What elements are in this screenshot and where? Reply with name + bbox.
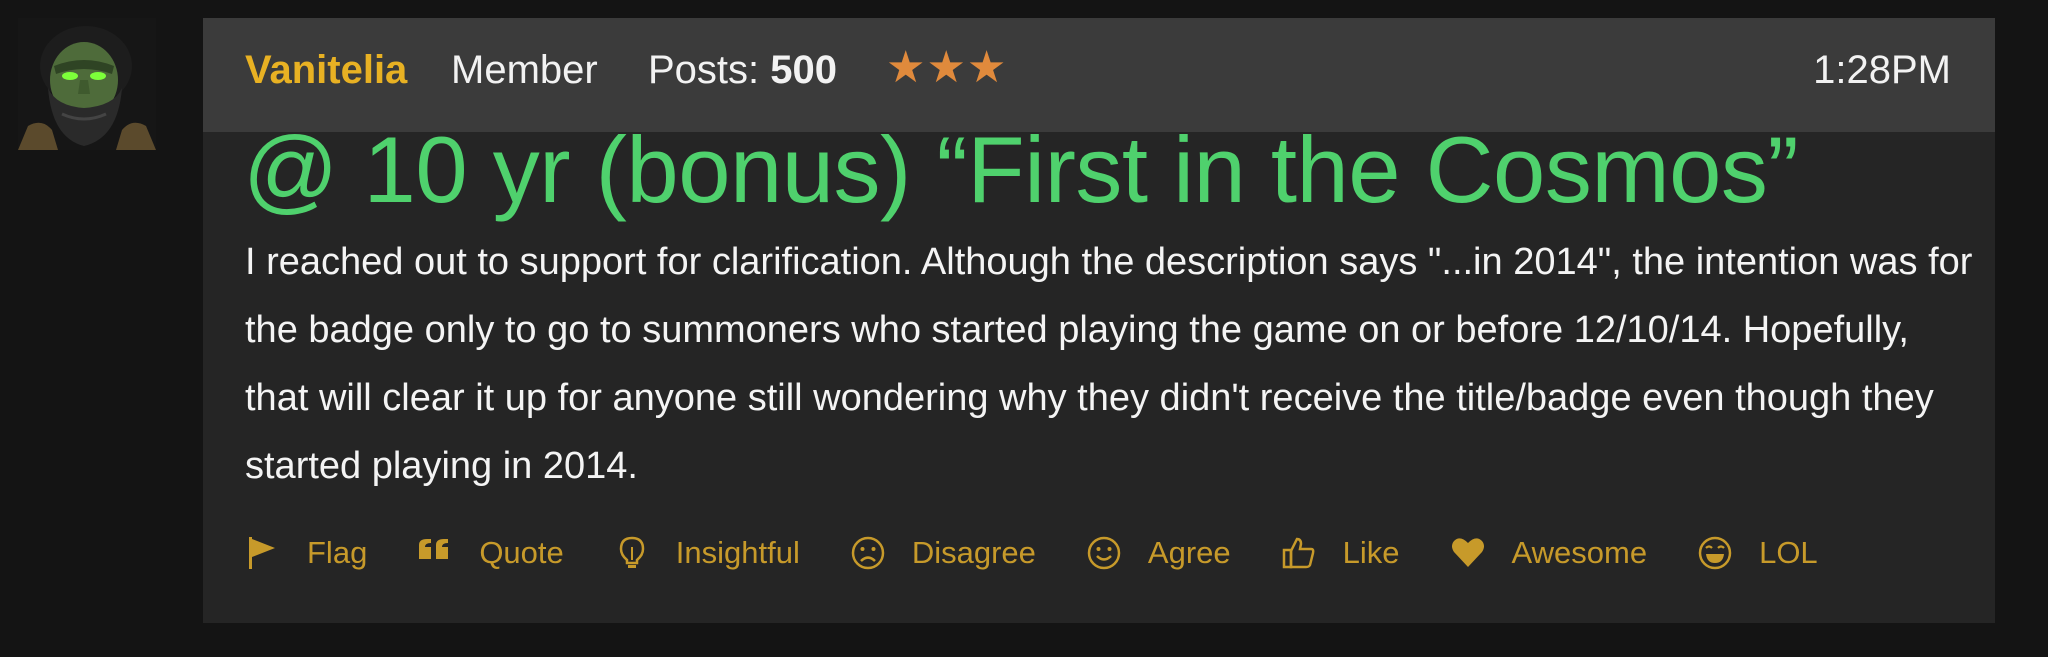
awesome-button[interactable]: Awesome [1450, 535, 1648, 571]
like-label: Like [1342, 535, 1400, 570]
post-body: I reached out to support for clarificati… [245, 241, 1973, 487]
agree-label: Agree [1147, 535, 1231, 570]
posts-label: Posts: [648, 48, 771, 92]
author-username-link[interactable]: Vanitelia [245, 50, 407, 90]
author-post-count: Posts: 500 [648, 50, 837, 90]
insightful-label: Insightful [675, 535, 800, 570]
lol-button[interactable]: LOL [1697, 535, 1818, 571]
quote-label: Quote [479, 535, 564, 570]
author-role: Member [451, 48, 598, 92]
heart-icon [1451, 538, 1484, 567]
smile-icon [1087, 536, 1121, 570]
post-header: Vanitelia Member Posts: 500 ★★★ 1:28PM [203, 18, 1995, 132]
thumbs-up-icon [1282, 537, 1315, 569]
frown-icon [851, 536, 885, 570]
insightful-button[interactable]: Insightful [614, 535, 800, 571]
quote-icon [419, 539, 449, 559]
post-headline: @ 10 yr (bonus) “First in the Cosmos” [243, 117, 1799, 222]
reaction-bar: Flag Quote Insightful Disagree Agree Lik… [245, 528, 1868, 578]
lightbulb-icon [619, 536, 645, 568]
rank-stars: ★★★ [886, 43, 1008, 92]
disagree-label: Disagree [911, 535, 1036, 570]
lol-label: LOL [1759, 535, 1818, 570]
posts-count: 500 [770, 48, 838, 92]
like-button[interactable]: Like [1281, 535, 1400, 571]
flag-label: Flag [307, 535, 368, 570]
avatar-image [18, 18, 156, 150]
laughing-icon [1698, 536, 1732, 570]
flag-icon [249, 537, 275, 569]
agree-button[interactable]: Agree [1086, 535, 1231, 571]
disagree-button[interactable]: Disagree [850, 535, 1036, 571]
post-timestamp[interactable]: 1:28PM [1813, 50, 1951, 90]
forum-post: Vanitelia Member Posts: 500 ★★★ 1:28PM @… [203, 18, 1995, 623]
quote-button[interactable]: Quote [417, 535, 564, 571]
awesome-label: Awesome [1511, 535, 1648, 570]
avatar[interactable] [18, 18, 156, 150]
flag-button[interactable]: Flag [245, 535, 367, 571]
